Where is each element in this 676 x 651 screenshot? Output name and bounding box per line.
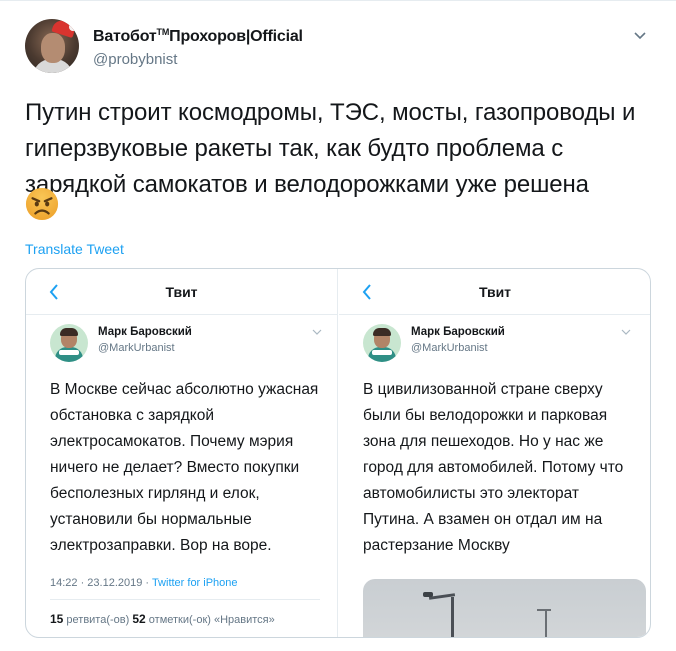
street-lamp-arm-shape bbox=[537, 609, 551, 611]
chevron-down-icon bbox=[621, 329, 631, 335]
tweet: ВатоботTMПрохоров|Official @probybnist П… bbox=[0, 0, 676, 651]
likes-count: 52 bbox=[132, 612, 146, 626]
chevron-down-icon bbox=[312, 329, 322, 335]
retweets-count: 15 bbox=[50, 612, 64, 626]
embedded-author-name: Марк Баровский bbox=[98, 326, 192, 338]
author-handle[interactable]: @probybnist bbox=[93, 51, 177, 68]
trademark-mark: TM bbox=[156, 27, 170, 37]
embedded-author-avatar bbox=[363, 324, 401, 362]
embedded-photo bbox=[363, 579, 646, 637]
likes-label: отметки(-ок) «Нравится» bbox=[145, 614, 275, 626]
embedded-source: Twitter for iPhone bbox=[151, 577, 238, 589]
embedded-author-avatar bbox=[50, 324, 88, 362]
chevron-down-icon[interactable] bbox=[633, 31, 647, 41]
embedded-author-handle: @MarkUrbanist bbox=[98, 342, 175, 354]
translate-tweet-link[interactable]: Translate Tweet bbox=[25, 241, 124, 257]
panel-header: Твит bbox=[339, 269, 650, 315]
embedded-screenshot[interactable]: Твит Марк Баровский @MarkUrbanist В Моск… bbox=[25, 268, 651, 638]
avatar-badge-shape bbox=[372, 350, 392, 355]
author-avatar[interactable] bbox=[25, 19, 79, 73]
embedded-tweet-text: В Москве сейчас абсолютно ужасная обстан… bbox=[50, 381, 319, 554]
author-name-suffix: Прохоров|Official bbox=[169, 28, 303, 45]
embedded-author-name: Марк Баровский bbox=[411, 326, 505, 338]
retweets-label: ретвита(-ов) bbox=[63, 614, 133, 626]
embedded-tweet-stats: 15 ретвита(-ов) 52 отметки(-ок) «Нравитс… bbox=[50, 612, 275, 626]
avatar-hair-shape bbox=[60, 328, 78, 336]
embedded-tweet-text: В цивилизованной стране сверху были бы в… bbox=[363, 381, 624, 554]
avatar-hair-shape bbox=[373, 328, 391, 336]
tweet-text: Путин строит космодромы, ТЭС, мосты, газ… bbox=[25, 99, 636, 198]
panel-title: Твит bbox=[165, 284, 198, 300]
author-name[interactable]: ВатоботTMПрохоров|Official bbox=[93, 27, 303, 46]
angry-face-emoji-icon bbox=[25, 187, 59, 221]
avatar-badge-shape bbox=[59, 350, 79, 355]
embedded-tweet-meta: 14:22 · 23.12.2019 · Twitter for iPhone bbox=[50, 577, 238, 589]
avatar-face-shape bbox=[41, 33, 65, 63]
embedded-author-handle: @MarkUrbanist bbox=[411, 342, 488, 354]
embedded-tweet-right: Твит Марк Баровский @MarkUrbanist В циви… bbox=[339, 269, 650, 637]
embedded-tweet-left: Твит Марк Баровский @MarkUrbanist В Моск… bbox=[26, 269, 338, 637]
divider bbox=[50, 599, 320, 600]
street-lamp-head-shape bbox=[423, 592, 433, 597]
santa-hat-pompom-shape bbox=[69, 23, 77, 31]
author-name-prefix: Ватобот bbox=[93, 28, 157, 45]
street-lamp-pole-shape bbox=[545, 609, 547, 637]
embedded-timestamp: 14:22 · 23.12.2019 · bbox=[50, 577, 152, 589]
panel-title: Твит bbox=[478, 284, 512, 300]
street-lamp-pole-shape bbox=[451, 597, 454, 637]
panel-header: Твит bbox=[26, 269, 337, 315]
